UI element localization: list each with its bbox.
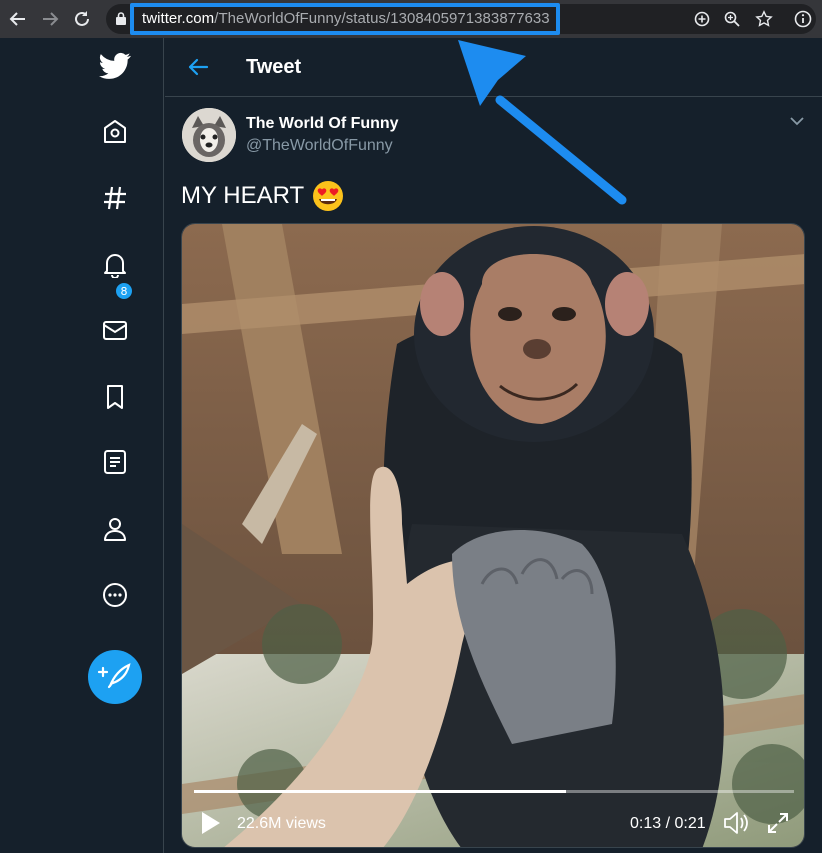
- zoom-icon[interactable]: [723, 10, 741, 28]
- video-progress-bar[interactable]: [194, 790, 794, 793]
- page-title: Tweet: [246, 56, 302, 78]
- url-host: twitter.com: [142, 10, 215, 27]
- bookmark-star-icon[interactable]: [755, 10, 773, 28]
- fullscreen-icon[interactable]: [766, 811, 790, 835]
- video-time: 0:13 / 0:21: [630, 815, 706, 832]
- add-icon[interactable]: [693, 10, 711, 28]
- url-highlight-box: twitter.com/TheWorldOfFunny/status/13084…: [130, 3, 560, 35]
- feather-plus-icon: [97, 663, 131, 689]
- back-icon[interactable]: [8, 9, 28, 29]
- video-frame-chimpanzee: [182, 224, 804, 847]
- bookmarks-icon[interactable]: [101, 383, 129, 411]
- notifications-bell-icon[interactable]: [101, 250, 129, 278]
- lock-icon: [116, 12, 126, 25]
- back-arrow-icon[interactable]: [187, 56, 209, 78]
- page-header: Tweet: [165, 38, 822, 97]
- explore-hashtag-icon[interactable]: [101, 184, 129, 212]
- twitter-logo-icon[interactable]: [99, 52, 131, 80]
- reload-icon[interactable]: [72, 9, 92, 29]
- more-icon[interactable]: [101, 581, 129, 609]
- home-icon[interactable]: [101, 118, 129, 146]
- info-icon[interactable]: [794, 10, 812, 28]
- url-path: /TheWorldOfFunny/status/1308405971383877…: [214, 10, 550, 27]
- tweet-video[interactable]: 22.6M views 0:13 / 0:21: [181, 223, 805, 848]
- browser-toolbar: twitter.com/TheWorldOfFunny/status/13084…: [0, 0, 822, 38]
- volume-icon[interactable]: [722, 810, 750, 836]
- lists-icon[interactable]: [101, 448, 129, 476]
- forward-icon[interactable]: [40, 9, 60, 29]
- tweet-text-content: MY HEART: [181, 182, 305, 209]
- sidebar-nav: 8: [0, 38, 164, 853]
- compose-tweet-button[interactable]: [88, 650, 142, 704]
- profile-icon[interactable]: [101, 515, 129, 543]
- play-icon[interactable]: [200, 810, 222, 836]
- heart-eyes-emoji-icon: [313, 181, 344, 211]
- author-handle[interactable]: @TheWorldOfFunny: [246, 137, 393, 155]
- chevron-down-icon[interactable]: [788, 114, 806, 128]
- tweet-text: MY HEART: [181, 180, 344, 212]
- url-text[interactable]: twitter.com/TheWorldOfFunny/status/13084…: [142, 10, 550, 27]
- video-progress-fill: [194, 790, 566, 793]
- address-bar[interactable]: twitter.com/TheWorldOfFunny/status/13084…: [106, 3, 816, 35]
- notifications-badge: 8: [115, 282, 133, 300]
- messages-envelope-icon[interactable]: [101, 316, 129, 344]
- avatar[interactable]: [182, 108, 236, 162]
- video-view-count: 22.6M views: [237, 815, 326, 832]
- author-name[interactable]: The World Of Funny: [246, 115, 399, 133]
